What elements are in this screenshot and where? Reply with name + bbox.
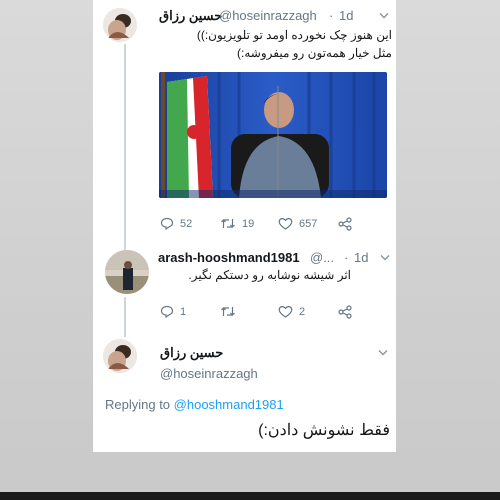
tweet-time[interactable]: 1d: [354, 250, 368, 265]
replying-to: Replying to @hooshmand1981: [105, 397, 284, 412]
display-name[interactable]: حسین رزاق: [159, 8, 222, 24]
share-button[interactable]: [338, 217, 352, 231]
reply-icon: [160, 305, 174, 318]
share-icon: [338, 217, 352, 231]
like-button[interactable]: 2: [278, 305, 305, 318]
avatar-image: [105, 250, 149, 294]
like-count: 2: [299, 305, 306, 318]
replying-to-label: Replying to: [105, 397, 171, 412]
reply-icon: [160, 217, 174, 230]
video-thumbnail: [159, 72, 387, 198]
tweet-text: مثل خیار همه‌تون رو میفروشه:): [237, 46, 392, 60]
avatar-image: [103, 339, 137, 373]
reply-count: 1: [180, 305, 187, 318]
reply-button[interactable]: 1: [160, 305, 186, 318]
thread-connector: [124, 297, 126, 337]
like-icon: [278, 218, 293, 230]
retweet-button[interactable]: 19: [220, 217, 254, 230]
chevron-down-icon[interactable]: [380, 254, 390, 262]
separator-dot: ·: [344, 250, 349, 265]
avatar[interactable]: [103, 8, 137, 42]
reply-count: 52: [180, 217, 193, 230]
avatar[interactable]: [105, 250, 149, 294]
display-name[interactable]: arash-hooshmand1981: [158, 250, 300, 265]
tweet-text: این هنوز چک نخورده اومد تو تلویزیون:)): [196, 28, 392, 42]
user-handle[interactable]: @hoseinrazzagh: [160, 366, 258, 381]
tweet-text: فقط نشونش دادن:): [258, 422, 390, 439]
retweet-button[interactable]: [220, 305, 242, 318]
retweet-icon: [221, 219, 235, 228]
tweet-time[interactable]: 1d: [339, 8, 353, 23]
replying-to-handle[interactable]: @hooshmand1981: [174, 397, 284, 412]
display-name[interactable]: حسین رزاق: [160, 345, 223, 361]
retweet-count: 19: [242, 217, 255, 230]
chevron-down-icon[interactable]: [378, 349, 388, 357]
separator-dot: ·: [329, 8, 334, 23]
reply-button[interactable]: 52: [160, 217, 192, 230]
avatar[interactable]: [103, 339, 137, 373]
avatar-image: [103, 8, 137, 42]
share-icon: [338, 305, 352, 319]
user-handle[interactable]: @...: [310, 250, 334, 265]
like-icon: [278, 306, 293, 318]
share-button[interactable]: [338, 305, 352, 319]
bottom-edge: [0, 492, 500, 500]
retweet-icon: [221, 307, 235, 316]
chevron-down-icon[interactable]: [379, 12, 389, 20]
tweet-video-media[interactable]: [159, 72, 387, 198]
like-button[interactable]: 657: [278, 217, 317, 230]
thread-connector: [124, 44, 126, 250]
user-handle[interactable]: @hoseinrazzagh: [219, 8, 317, 23]
like-count: 657: [299, 217, 318, 230]
tweet-text: اثر شیشه نوشابه رو دستکم نگیر.: [188, 268, 351, 282]
